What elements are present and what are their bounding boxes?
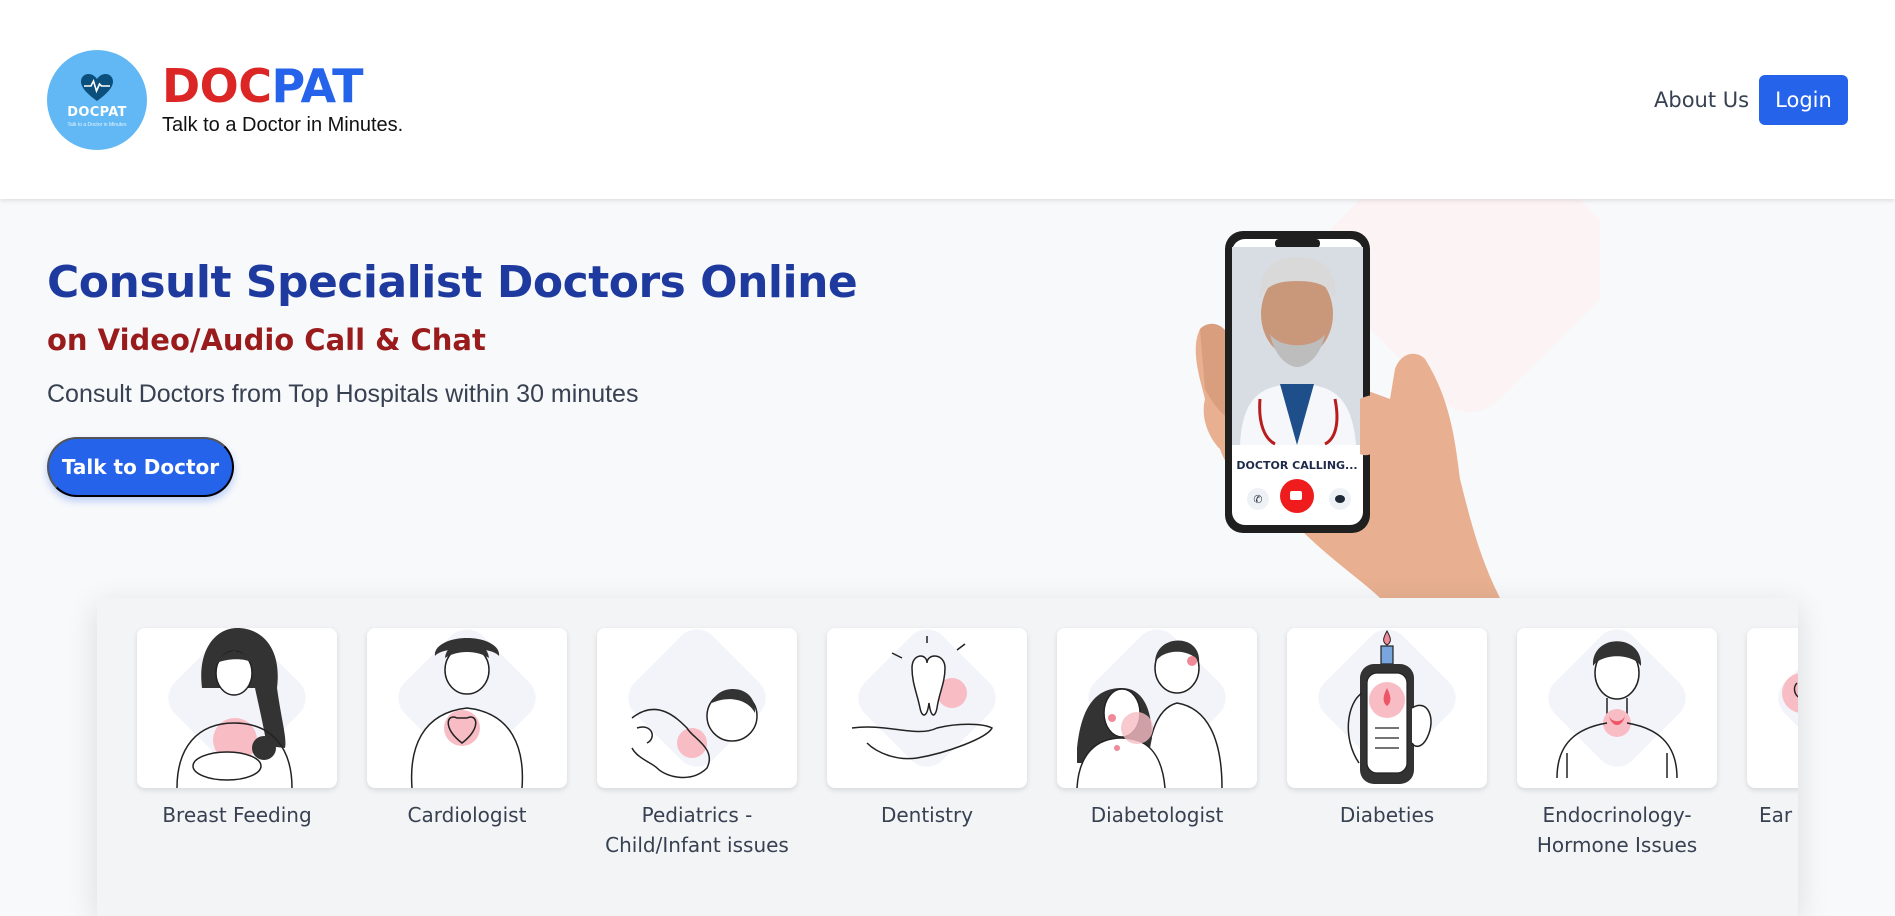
category-card[interactable] xyxy=(597,628,797,788)
hero-section: Consult Specialist Doctors Online on Vid… xyxy=(0,199,1895,598)
category-diabetologist[interactable]: Diabetologist xyxy=(1057,628,1257,830)
hero-subtitle: on Video/Audio Call & Chat xyxy=(47,323,486,357)
category-dentistry[interactable]: Dentistry xyxy=(827,628,1027,830)
talk-to-doctor-button[interactable]: Talk to Doctor xyxy=(47,437,234,497)
category-cardiologist[interactable]: Cardiologist xyxy=(367,628,567,830)
category-label: Pediatrics - Child/Infant issues xyxy=(605,803,789,857)
diabetologist-icon xyxy=(1076,629,1226,788)
category-ear[interactable]: Ear , xyxy=(1747,628,1798,830)
category-card[interactable] xyxy=(367,628,567,788)
nav-about-us[interactable]: About Us xyxy=(1654,88,1749,112)
category-label: Breast Feeding xyxy=(162,803,312,827)
category-label: Ear , xyxy=(1759,803,1793,827)
brand: DOCPAT Talk to a Doctor in Minutes. xyxy=(162,60,403,137)
category-card[interactable] xyxy=(1057,628,1257,788)
heart-pulse-icon xyxy=(81,73,113,101)
logo-name: DOCPAT xyxy=(67,104,127,120)
category-label: Cardiologist xyxy=(407,803,527,827)
phone-status-text: DOCTOR CALLING... xyxy=(1236,459,1357,472)
brand-name: DOCPAT xyxy=(162,60,403,112)
category-label: Dentistry xyxy=(880,803,974,827)
logo[interactable]: DOCPAT Talk to a Doctor in Minutes xyxy=(47,50,147,150)
category-card[interactable] xyxy=(1517,628,1717,788)
cardiologist-icon xyxy=(398,629,536,788)
category-pediatrics[interactable]: Pediatrics - Child/Infant issues xyxy=(597,628,797,860)
category-endocrinology[interactable]: Endocrinology- Hormone Issues xyxy=(1517,628,1717,860)
category-card[interactable] xyxy=(1747,628,1798,788)
login-button[interactable]: Login xyxy=(1759,75,1848,125)
hero-title: Consult Specialist Doctors Online xyxy=(47,257,858,308)
phone-call-illustration: DOCTOR CALLING... ✆ xyxy=(1195,199,1600,598)
svg-text:✆: ✆ xyxy=(1253,494,1262,506)
category-label: Diabetologist xyxy=(1090,803,1224,827)
category-breast-feeding[interactable]: Breast Feeding xyxy=(137,628,337,830)
category-card[interactable] xyxy=(827,628,1027,788)
logo-tagline: Talk to a Doctor in Minutes xyxy=(67,121,127,128)
category-label: Diabeties xyxy=(1339,803,1435,827)
category-card[interactable] xyxy=(1287,628,1487,788)
endocrinology-icon xyxy=(1548,629,1686,779)
pediatrics-icon xyxy=(628,629,766,779)
brand-name-part1: DOC xyxy=(162,59,272,113)
category-card[interactable] xyxy=(137,628,337,788)
brand-tagline: Talk to a Doctor in Minutes. xyxy=(162,114,404,136)
specialty-carousel[interactable]: Breast Feeding Cardiologist Pediatrics -… xyxy=(97,598,1798,916)
site-header: DOCPAT Talk to a Doctor in Minutes DOCPA… xyxy=(0,0,1895,199)
brand-name-part2: PAT xyxy=(271,59,364,113)
diabeties-icon xyxy=(1318,629,1456,784)
ear-icon xyxy=(1778,629,1798,767)
breast-feeding-icon xyxy=(168,628,306,788)
hero-description: Consult Doctors from Top Hospitals withi… xyxy=(47,380,639,408)
category-diabeties[interactable]: Diabeties xyxy=(1287,628,1487,830)
dentistry-icon xyxy=(851,629,996,767)
category-label: Endocrinology- Hormone Issues xyxy=(1536,803,1698,857)
